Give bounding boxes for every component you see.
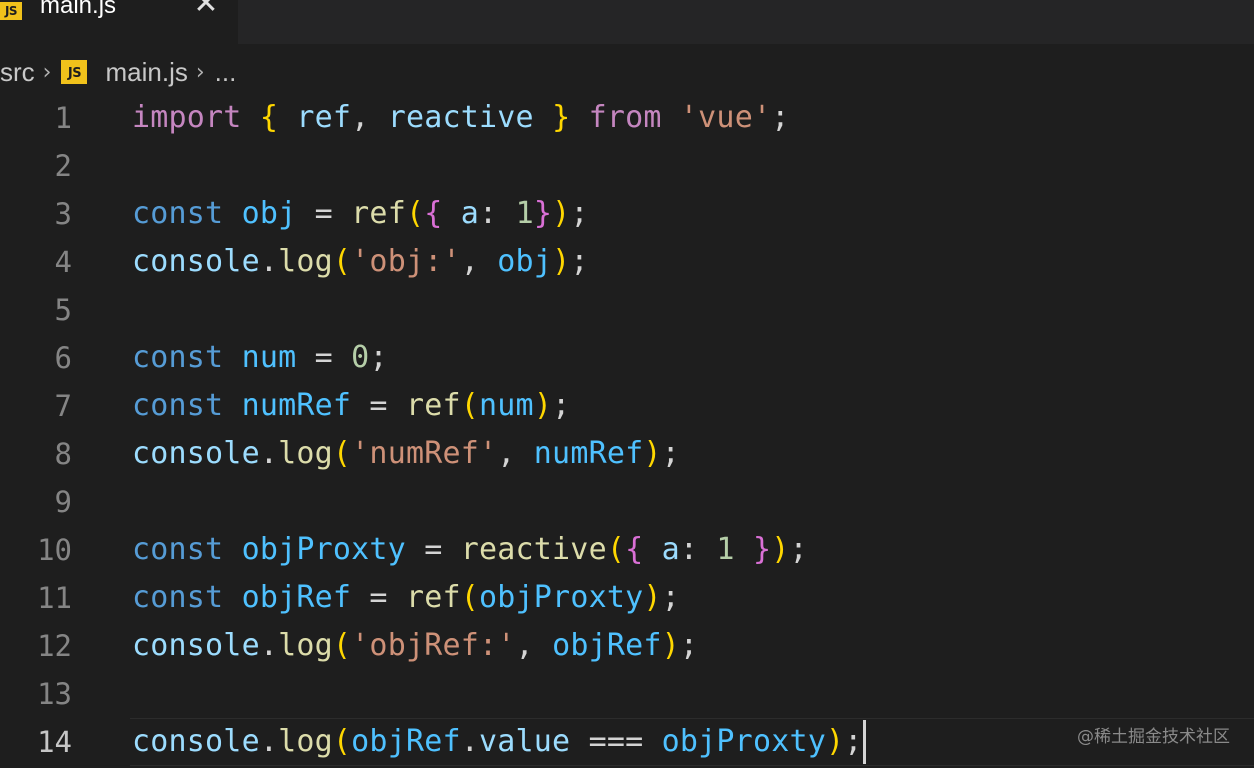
code-line[interactable]: 3 const obj = ref({ a: 1});	[0, 190, 1254, 238]
code-line[interactable]: 13	[0, 670, 1254, 718]
line-number: 8	[54, 437, 72, 471]
code-line[interactable]: 2	[0, 142, 1254, 190]
code-line[interactable]: 10 const objProxty = reactive({ a: 1 });	[0, 526, 1254, 574]
code-line[interactable]: 11 const objRef = ref(objProxty);	[0, 574, 1254, 622]
close-icon[interactable]: ✕	[193, 0, 219, 19]
code-line[interactable]: 12 console.log('objRef:', objRef);	[0, 622, 1254, 670]
line-code[interactable]: const objRef = ref(objProxty);	[132, 574, 680, 622]
breadcrumb-folder-src[interactable]: src	[0, 57, 35, 88]
tab-main-js[interactable]: JS main.js ✕	[0, 0, 238, 44]
line-code[interactable]: const num = 0;	[132, 334, 388, 382]
tab-title[interactable]: main.js	[40, 0, 116, 20]
line-number: 12	[37, 629, 72, 663]
line-number: 13	[37, 677, 72, 711]
js-file-icon: JS	[61, 60, 88, 84]
line-code[interactable]: const objProxty = reactive({ a: 1 });	[132, 526, 808, 574]
code-editor[interactable]: 1 import { ref, reactive } from 'vue'; 2…	[0, 94, 1254, 768]
line-code[interactable]: console.log('numRef', numRef);	[132, 430, 680, 478]
chevron-right-icon: ›	[195, 59, 205, 85]
line-number: 7	[54, 389, 72, 423]
js-file-icon: JS	[0, 2, 22, 20]
line-number: 1	[54, 101, 72, 135]
code-line[interactable]: 1 import { ref, reactive } from 'vue';	[0, 94, 1254, 142]
code-line[interactable]: 9	[0, 478, 1254, 526]
line-code[interactable]: const numRef = ref(num);	[132, 382, 570, 430]
tab-bar: JS main.js ✕	[0, 0, 1254, 44]
breadcrumb: src › JS main.js › ...	[0, 50, 236, 94]
line-code[interactable]: import { ref, reactive } from 'vue';	[132, 94, 789, 142]
line-number: 4	[54, 245, 72, 279]
line-number: 5	[54, 293, 72, 327]
line-number: 9	[54, 485, 72, 519]
code-line[interactable]: 7 const numRef = ref(num);	[0, 382, 1254, 430]
code-line[interactable]: 5	[0, 286, 1254, 334]
line-number: 2	[54, 149, 72, 183]
text-cursor	[862, 720, 866, 764]
line-number: 10	[37, 533, 72, 567]
line-code[interactable]: const obj = ref({ a: 1});	[132, 190, 589, 238]
code-line[interactable]: 6 const num = 0;	[0, 334, 1254, 382]
line-number: 11	[37, 581, 72, 615]
line-code[interactable]: console.log(objRef.value === objProxty);	[132, 718, 866, 766]
code-line[interactable]: 8 console.log('numRef', numRef);	[0, 430, 1254, 478]
line-number: 3	[54, 197, 72, 231]
code-line[interactable]: 4 console.log('obj:', obj);	[0, 238, 1254, 286]
line-code[interactable]: console.log('objRef:', objRef);	[132, 622, 698, 670]
line-number: 6	[54, 341, 72, 375]
breadcrumb-symbols[interactable]: ...	[215, 57, 237, 88]
watermark: @稀土掘金技术社区	[1077, 727, 1230, 747]
chevron-right-icon: ›	[42, 59, 52, 85]
code-line-current[interactable]: 14 console.log(objRef.value === objProxt…	[0, 718, 1254, 766]
line-number: 14	[37, 725, 72, 759]
breadcrumb-file[interactable]: main.js	[105, 57, 187, 88]
line-code[interactable]: console.log('obj:', obj);	[132, 238, 589, 286]
